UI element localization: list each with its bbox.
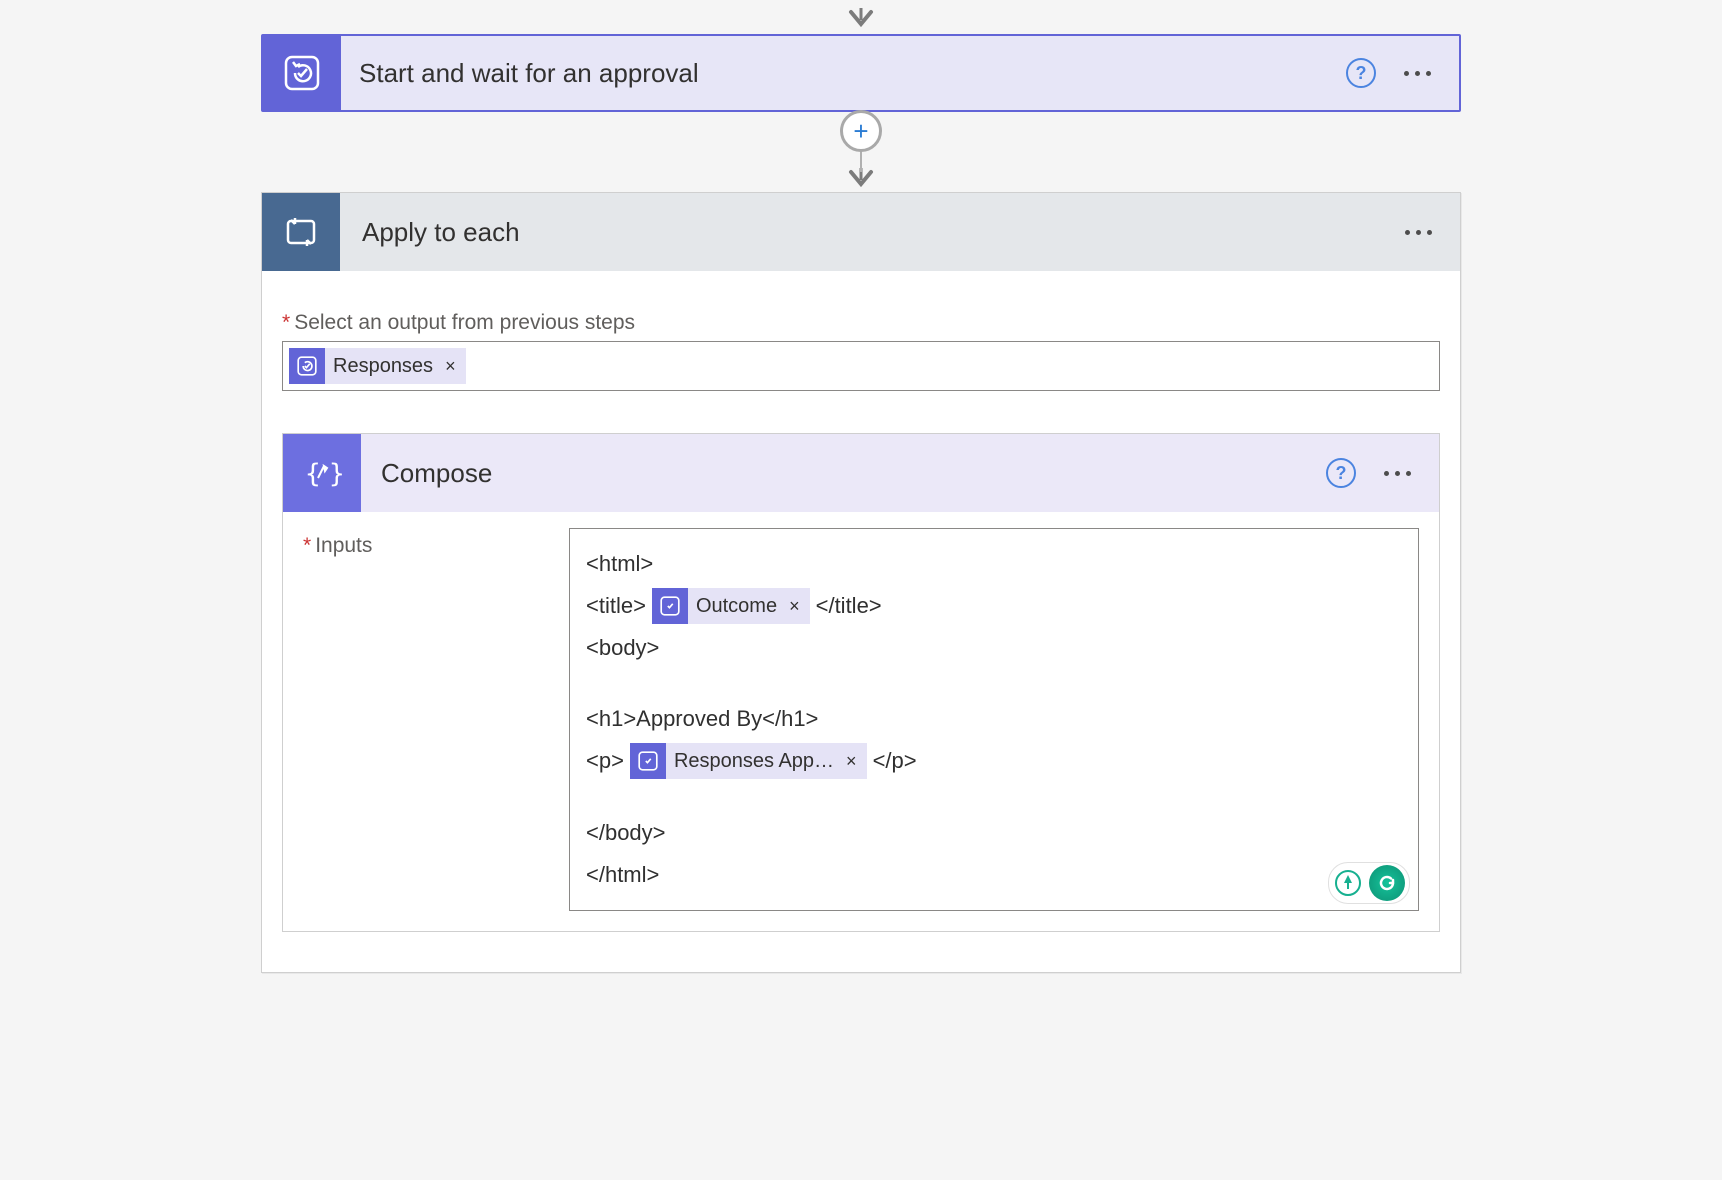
help-icon[interactable]: ?	[1346, 58, 1376, 88]
more-menu[interactable]	[1405, 230, 1432, 235]
select-output-input[interactable]: Responses ×	[282, 341, 1440, 391]
help-icon[interactable]: ?	[1326, 458, 1356, 488]
token-outcome[interactable]: Outcome ×	[652, 588, 810, 624]
apply-to-each-header[interactable]: Apply to each	[262, 193, 1460, 271]
add-action-connector: +	[841, 112, 881, 192]
token-remove[interactable]: ×	[785, 589, 810, 623]
approval-card-title: Start and wait for an approval	[341, 58, 1346, 89]
compose-header[interactable]: { } Compose ?	[283, 434, 1439, 512]
inputs-label: *Inputs	[303, 528, 569, 911]
arrow-down-icon	[841, 8, 881, 34]
apply-to-each-title: Apply to each	[340, 217, 1405, 248]
token-label: Responses	[333, 355, 441, 378]
editor-badges	[1328, 862, 1410, 904]
loop-icon	[262, 193, 340, 271]
svg-text:{: {	[305, 459, 321, 489]
more-menu[interactable]	[1384, 471, 1411, 476]
compose-title: Compose	[361, 458, 1326, 489]
text: </html>	[586, 854, 659, 896]
more-menu[interactable]	[1404, 71, 1431, 76]
text: </title>	[816, 585, 882, 627]
text: <html>	[586, 543, 653, 585]
grammarly-icon[interactable]	[1369, 865, 1405, 901]
token-label: Outcome	[696, 587, 785, 625]
token-responses-app[interactable]: Responses App… ×	[630, 743, 867, 779]
lightbulb-icon[interactable]	[1333, 868, 1363, 898]
compose-icon: { }	[283, 434, 361, 512]
text: <body>	[586, 627, 659, 669]
compose-card: { } Compose ? *Inputs	[282, 433, 1440, 932]
inputs-editor[interactable]: <html> <title> Outcome ×	[569, 528, 1419, 911]
apply-to-each-card: Apply to each *Select an output from pre…	[261, 192, 1461, 973]
approval-token-icon	[652, 588, 688, 624]
approval-icon	[263, 34, 341, 112]
add-action-button[interactable]: +	[840, 110, 882, 152]
approval-token-icon	[630, 743, 666, 779]
token-remove[interactable]: ×	[842, 744, 867, 778]
token-remove[interactable]: ×	[441, 356, 466, 377]
text: </body>	[586, 812, 666, 854]
token-responses[interactable]: Responses ×	[289, 348, 466, 384]
approval-card[interactable]: Start and wait for an approval ?	[261, 34, 1461, 112]
token-label: Responses App…	[674, 742, 842, 780]
svg-text:}: }	[329, 459, 343, 489]
approval-token-icon	[289, 348, 325, 384]
text: <h1>Approved By</h1>	[586, 698, 818, 740]
text: </p>	[873, 740, 917, 782]
text: <title>	[586, 585, 646, 627]
select-output-label: *Select an output from previous steps	[282, 311, 1440, 335]
text: <p>	[586, 740, 624, 782]
